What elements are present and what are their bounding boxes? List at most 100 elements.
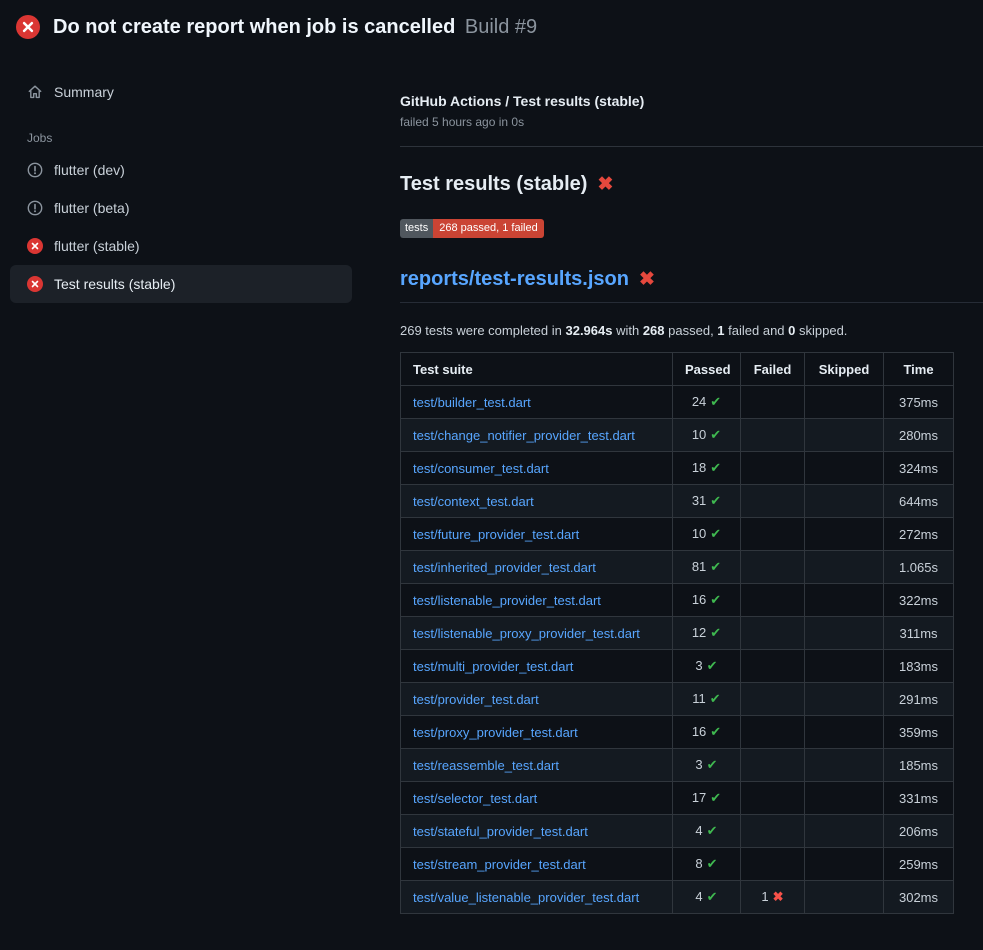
sidebar: Summary Jobs flutter (dev) flutter (beta)… bbox=[0, 47, 384, 303]
cross-icon: ✖ bbox=[773, 889, 784, 904]
test-suite-link[interactable]: test/multi_provider_test.dart bbox=[413, 659, 573, 674]
skipped-cell bbox=[805, 419, 884, 452]
passed-cell: 24✔ bbox=[673, 386, 741, 419]
tests-status-badge: tests 268 passed, 1 failed bbox=[400, 219, 544, 238]
test-suite-link[interactable]: test/provider_test.dart bbox=[413, 692, 539, 707]
sidebar-item-flutter-dev[interactable]: flutter (dev) bbox=[10, 151, 352, 189]
suite-cell: test/multi_provider_test.dart bbox=[401, 650, 673, 683]
test-suite-link[interactable]: test/future_provider_test.dart bbox=[413, 527, 579, 542]
table-row: test/selector_test.dart17✔331ms bbox=[401, 782, 954, 815]
sidebar-item-flutter-beta[interactable]: flutter (beta) bbox=[10, 189, 352, 227]
check-icon: ✔ bbox=[710, 625, 721, 640]
col-test-suite: Test suite bbox=[401, 353, 673, 386]
time-cell: 324ms bbox=[884, 452, 954, 485]
check-title-text: Test results (stable) bbox=[400, 173, 587, 196]
failed-cell bbox=[741, 452, 805, 485]
check-icon: ✔ bbox=[707, 889, 718, 904]
time-cell: 311ms bbox=[884, 617, 954, 650]
job-label: flutter (dev) bbox=[54, 162, 125, 178]
suite-cell: test/stateful_provider_test.dart bbox=[401, 815, 673, 848]
test-suite-link[interactable]: test/reassemble_test.dart bbox=[413, 758, 559, 773]
passed-cell: 16✔ bbox=[673, 716, 741, 749]
test-suite-link[interactable]: test/stream_provider_test.dart bbox=[413, 857, 586, 872]
passed-cell: 18✔ bbox=[673, 452, 741, 485]
check-icon: ✔ bbox=[707, 823, 718, 838]
suite-cell: test/reassemble_test.dart bbox=[401, 749, 673, 782]
failed-cell bbox=[741, 683, 805, 716]
passed-cell: 81✔ bbox=[673, 551, 741, 584]
test-suite-link[interactable]: test/stateful_provider_test.dart bbox=[413, 824, 588, 839]
suite-cell: test/selector_test.dart bbox=[401, 782, 673, 815]
suite-cell: test/stream_provider_test.dart bbox=[401, 848, 673, 881]
time-cell: 291ms bbox=[884, 683, 954, 716]
failed-cell bbox=[741, 584, 805, 617]
results-table: Test suite Passed Failed Skipped Time te… bbox=[400, 352, 954, 914]
table-header: Test suite Passed Failed Skipped Time bbox=[401, 353, 954, 386]
suite-cell: test/proxy_provider_test.dart bbox=[401, 716, 673, 749]
passed-count: 10 bbox=[692, 427, 706, 442]
test-suite-link[interactable]: test/proxy_provider_test.dart bbox=[413, 725, 578, 740]
check-icon: ✔ bbox=[710, 526, 721, 541]
report-file-link[interactable]: reports/test-results.json bbox=[400, 268, 629, 291]
test-suite-link[interactable]: test/context_test.dart bbox=[413, 494, 534, 509]
page-title: Do not create report when job is cancell… bbox=[53, 16, 537, 39]
failed-cell bbox=[741, 419, 805, 452]
passed-count: 8 bbox=[695, 856, 702, 871]
time-cell: 1.065s bbox=[884, 551, 954, 584]
job-label: flutter (beta) bbox=[54, 200, 129, 216]
neutral-status-icon bbox=[27, 162, 43, 178]
table-row: test/builder_test.dart24✔375ms bbox=[401, 386, 954, 419]
check-icon: ✔ bbox=[710, 427, 721, 442]
passed-count: 17 bbox=[692, 790, 706, 805]
skipped-cell bbox=[805, 650, 884, 683]
failed-x-icon: ✖ bbox=[597, 173, 613, 196]
test-suite-link[interactable]: test/builder_test.dart bbox=[413, 395, 531, 410]
passed-cell: 11✔ bbox=[673, 683, 741, 716]
skipped-cell bbox=[805, 848, 884, 881]
jobs-list: flutter (dev) flutter (beta) flutter (stab… bbox=[10, 151, 352, 303]
failed-cell bbox=[741, 782, 805, 815]
col-time: Time bbox=[884, 353, 954, 386]
check-icon: ✔ bbox=[710, 460, 721, 475]
time-cell: 206ms bbox=[884, 815, 954, 848]
job-label: flutter (stable) bbox=[54, 238, 140, 254]
table-row: test/inherited_provider_test.dart 81✔ 1.06… bbox=[401, 551, 954, 584]
skipped-cell bbox=[805, 551, 884, 584]
test-suite-link[interactable]: test/consumer_test.dart bbox=[413, 461, 549, 476]
check-title: Test results (stable) ✖ bbox=[400, 173, 983, 196]
time-cell: 644ms bbox=[884, 485, 954, 518]
neutral-status-icon bbox=[27, 200, 43, 216]
skipped-cell bbox=[805, 749, 884, 782]
check-icon: ✔ bbox=[710, 724, 721, 739]
table-body: test/builder_test.dart24✔375mstest/chang… bbox=[401, 386, 954, 914]
time-cell: 322ms bbox=[884, 584, 954, 617]
test-suite-link[interactable]: test/inherited_provider_test.dart bbox=[413, 560, 596, 575]
passed-count: 31 bbox=[692, 493, 706, 508]
failed-cell bbox=[741, 386, 805, 419]
suite-cell: test/future_provider_test.dart bbox=[401, 518, 673, 551]
jobs-section-label: Jobs bbox=[27, 131, 352, 145]
home-icon bbox=[27, 84, 43, 100]
skipped-cell bbox=[805, 452, 884, 485]
skipped-cell bbox=[805, 881, 884, 914]
test-suite-link[interactable]: test/change_notifier_provider_test.dart bbox=[413, 428, 635, 443]
test-suite-link[interactable]: test/listenable_provider_test.dart bbox=[413, 593, 601, 608]
failed-x-icon: ✖ bbox=[639, 268, 655, 291]
sidebar-item-test-results-stable[interactable]: Test results (stable) bbox=[10, 265, 352, 303]
skipped-cell bbox=[805, 518, 884, 551]
skipped-cell bbox=[805, 782, 884, 815]
check-icon: ✔ bbox=[710, 559, 721, 574]
test-suite-link[interactable]: test/listenable_proxy_provider_test.dart bbox=[413, 626, 640, 641]
breadcrumb: GitHub Actions / Test results (stable) bbox=[400, 93, 983, 109]
test-suite-link[interactable]: test/value_listenable_provider_test.dart bbox=[413, 890, 639, 905]
table-row: test/change_notifier_provider_test.dart 1… bbox=[401, 419, 954, 452]
passed-count: 4 bbox=[695, 889, 702, 904]
test-summary-text: 269 tests were completed in 32.964s with… bbox=[400, 323, 983, 338]
suite-cell: test/context_test.dart bbox=[401, 485, 673, 518]
passed-cell: 16✔ bbox=[673, 584, 741, 617]
sidebar-item-flutter-stable[interactable]: flutter (stable) bbox=[10, 227, 352, 265]
table-row: test/listenable_provider_test.dart 16✔ 322… bbox=[401, 584, 954, 617]
test-suite-link[interactable]: test/selector_test.dart bbox=[413, 791, 537, 806]
badge-label: tests bbox=[400, 219, 433, 238]
sidebar-item-summary[interactable]: Summary bbox=[10, 73, 352, 111]
